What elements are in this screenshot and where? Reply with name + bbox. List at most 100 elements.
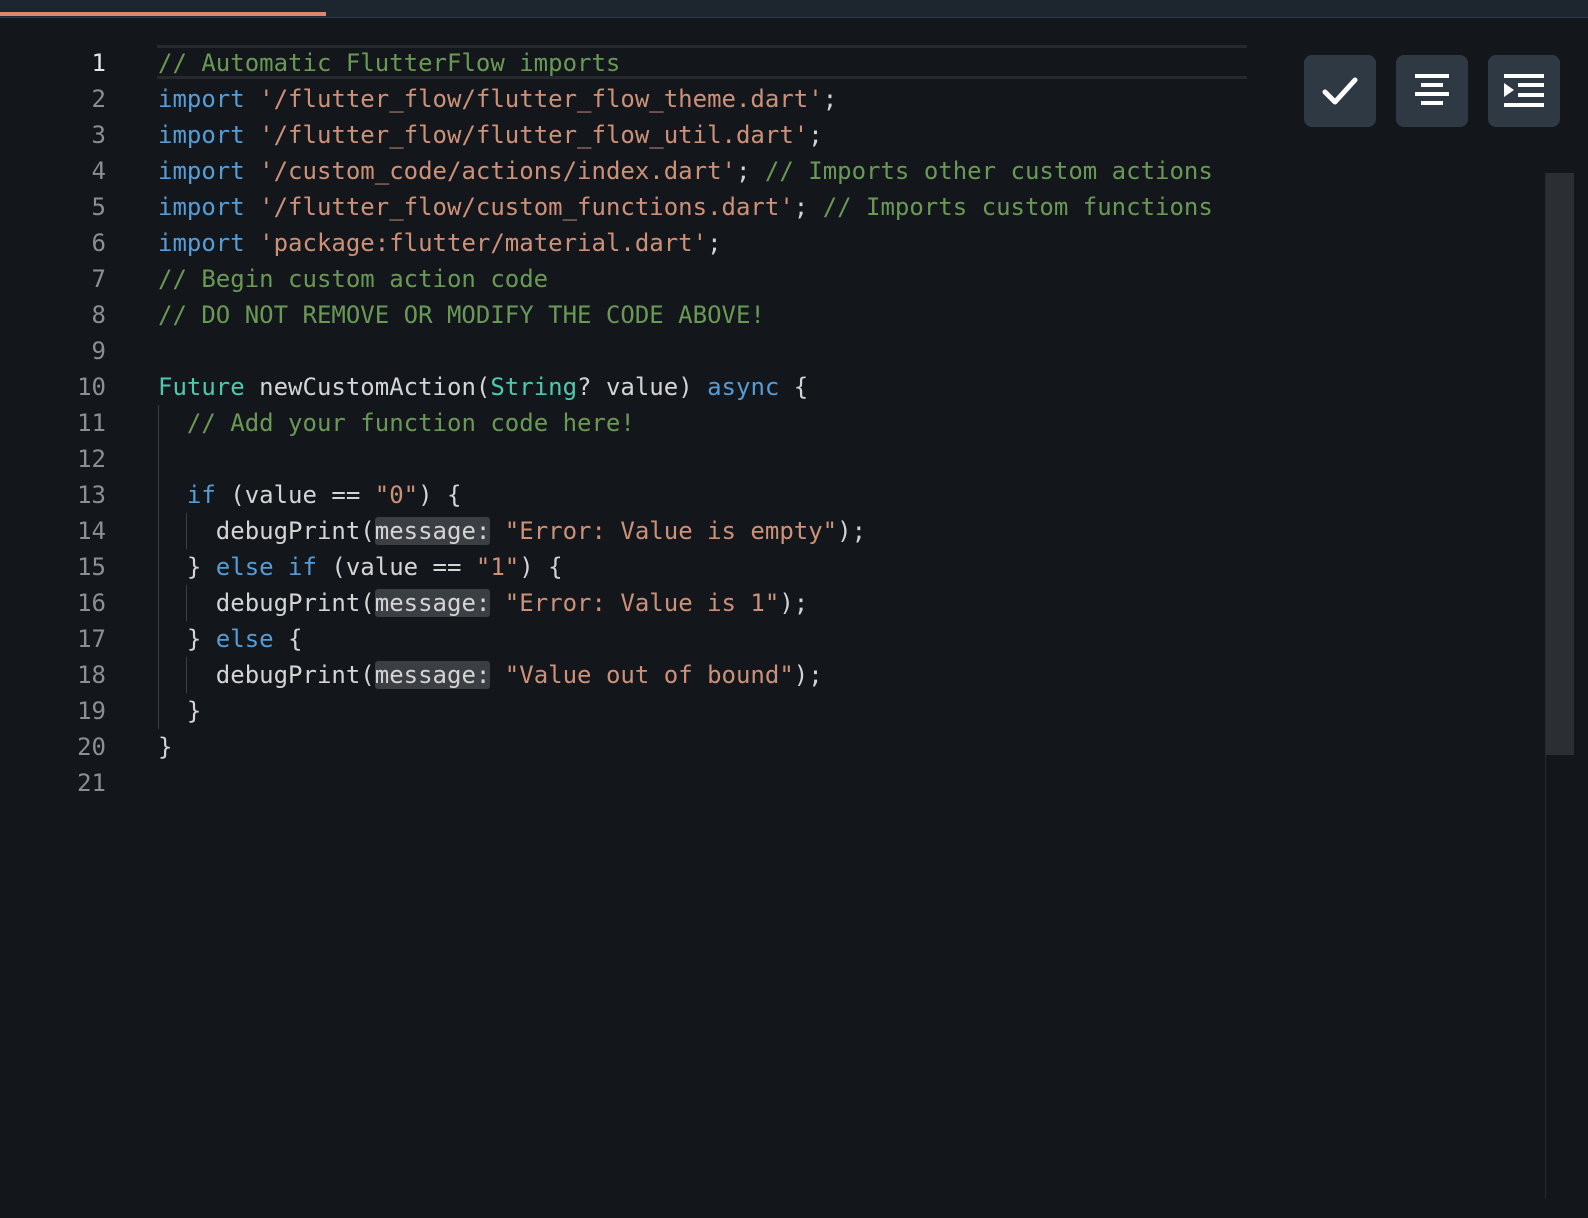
code-line[interactable]: 6 import 'package:flutter/material.dart'; bbox=[0, 225, 1250, 261]
code-line[interactable]: 20} bbox=[0, 729, 1250, 765]
code-token: } bbox=[158, 697, 202, 725]
code-line[interactable]: 13 if (value == "0") { bbox=[0, 477, 1250, 513]
code-token: debugPrint( bbox=[158, 661, 375, 689]
code-line[interactable]: 17 } else { bbox=[0, 621, 1250, 657]
code-text: // Add your function code here! bbox=[158, 405, 635, 441]
code-line[interactable]: 14 debugPrint(message: "Error: Value is … bbox=[0, 513, 1250, 549]
line-number: 14 bbox=[77, 517, 106, 545]
code-token: ; bbox=[793, 193, 823, 221]
indent-guide bbox=[158, 441, 159, 477]
code-token: '/flutter_flow/flutter_flow_util.dart' bbox=[259, 121, 809, 149]
line-number: 3 bbox=[91, 121, 106, 149]
line-number: 21 bbox=[77, 769, 106, 797]
code-line[interactable]: 7 // Begin custom action code bbox=[0, 261, 1250, 297]
code-token: ); bbox=[793, 661, 823, 689]
code-text: // Automatic FlutterFlow imports bbox=[158, 45, 620, 81]
code-line[interactable]: 1 // Automatic FlutterFlow imports bbox=[0, 45, 1250, 81]
line-number: 16 bbox=[77, 589, 106, 617]
code-token: ; bbox=[808, 121, 823, 149]
code-token: '/custom_code/actions/index.dart' bbox=[259, 157, 736, 185]
code-token: async bbox=[707, 373, 780, 401]
format-button[interactable] bbox=[1396, 55, 1468, 127]
code-line[interactable]: 18 debugPrint(message: "Value out of bou… bbox=[0, 657, 1250, 693]
code-line[interactable]: 10 Future newCustomAction(String? value) … bbox=[0, 369, 1250, 405]
code-token: else bbox=[215, 625, 274, 653]
code-text: debugPrint(message: "Value out of bound"… bbox=[158, 657, 823, 693]
line-number: 11 bbox=[77, 409, 106, 437]
code-text: import '/flutter_flow/flutter_flow_util.… bbox=[158, 117, 823, 153]
code-text: import '/flutter_flow/custom_functions.d… bbox=[158, 189, 1213, 225]
code-token: import bbox=[158, 229, 245, 257]
code-line[interactable]: 16 debugPrint(message: "Error: Value is … bbox=[0, 585, 1250, 621]
line-number: 20 bbox=[77, 733, 106, 761]
line-number: 9 bbox=[91, 337, 106, 365]
code-token: 'package:flutter/material.dart' bbox=[259, 229, 708, 257]
code-line[interactable]: 2 import '/flutter_flow/flutter_flow_them… bbox=[0, 81, 1250, 117]
code-line[interactable]: 3 import '/flutter_flow/flutter_flow_util… bbox=[0, 117, 1250, 153]
code-line[interactable]: 19 } bbox=[0, 693, 1250, 729]
code-token: // Add your function code here! bbox=[186, 409, 635, 437]
code-token: { bbox=[273, 625, 303, 653]
code-text: } bbox=[158, 729, 172, 765]
code-token: '/flutter_flow/flutter_flow_theme.dart' bbox=[259, 85, 823, 113]
code-token: ); bbox=[779, 589, 809, 617]
code-token: ; bbox=[735, 157, 765, 185]
code-token: ) { bbox=[418, 481, 462, 509]
code-text: debugPrint(message: "Error: Value is emp… bbox=[158, 513, 866, 549]
code-token: ); bbox=[837, 517, 867, 545]
check-button[interactable] bbox=[1304, 55, 1376, 127]
code-token: // Imports custom functions bbox=[822, 193, 1213, 221]
code-token: newCustomAction( bbox=[244, 373, 491, 401]
code-line[interactable]: 15 } else if (value == "1") { bbox=[0, 549, 1250, 585]
code-token: debugPrint( bbox=[158, 517, 375, 545]
code-token: '/flutter_flow/custom_functions.dart' bbox=[259, 193, 794, 221]
code-text: import 'package:flutter/material.dart'; bbox=[158, 225, 722, 261]
code-token: } bbox=[158, 733, 173, 761]
code-token: Future bbox=[158, 373, 245, 401]
code-line[interactable]: 9 bbox=[0, 333, 1250, 369]
line-number: 2 bbox=[91, 85, 106, 113]
code-line[interactable]: 4 import '/custom_code/actions/index.dart… bbox=[0, 153, 1250, 189]
param-hint: message: bbox=[374, 517, 491, 545]
line-number: 19 bbox=[77, 697, 106, 725]
code-token: import bbox=[158, 85, 245, 113]
scrollbar-thumb[interactable] bbox=[1546, 173, 1574, 755]
top-bar bbox=[0, 0, 1588, 18]
code-editor[interactable]: 1 // Automatic FlutterFlow imports 2 import… bbox=[0, 45, 1250, 801]
line-number: 12 bbox=[77, 445, 106, 473]
code-token: (value == bbox=[316, 553, 476, 581]
line-number: 4 bbox=[91, 157, 106, 185]
code-text: } bbox=[158, 693, 201, 729]
code-text: // Begin custom action code bbox=[158, 261, 548, 297]
code-text: if (value == "0") { bbox=[158, 477, 462, 513]
code-line[interactable]: 12 bbox=[0, 441, 1250, 477]
code-token: // Begin custom action code bbox=[158, 265, 549, 293]
line-number: 13 bbox=[77, 481, 106, 509]
indent-button[interactable] bbox=[1488, 55, 1560, 127]
code-token: // DO NOT REMOVE OR MODIFY THE CODE ABOV… bbox=[158, 301, 765, 329]
code-token: } bbox=[158, 625, 216, 653]
code-token: { bbox=[779, 373, 809, 401]
code-line[interactable]: 21 bbox=[0, 765, 1250, 801]
code-token: import bbox=[158, 193, 245, 221]
code-token: if bbox=[186, 481, 216, 509]
line-number: 18 bbox=[77, 661, 106, 689]
code-line[interactable]: 8 // DO NOT REMOVE OR MODIFY THE CODE ABO… bbox=[0, 297, 1250, 333]
code-line[interactable]: 5 import '/flutter_flow/custom_functions.… bbox=[0, 189, 1250, 225]
code-token: // Automatic FlutterFlow imports bbox=[158, 49, 621, 77]
code-token: // Imports other custom actions bbox=[764, 157, 1213, 185]
align-center-icon bbox=[1415, 74, 1449, 105]
code-token: "Error: Value is empty" bbox=[504, 517, 838, 545]
line-number: 8 bbox=[91, 301, 106, 329]
param-hint: message: bbox=[374, 589, 491, 617]
code-line[interactable]: 11 // Add your function code here! bbox=[0, 405, 1250, 441]
code-token: import bbox=[158, 157, 245, 185]
